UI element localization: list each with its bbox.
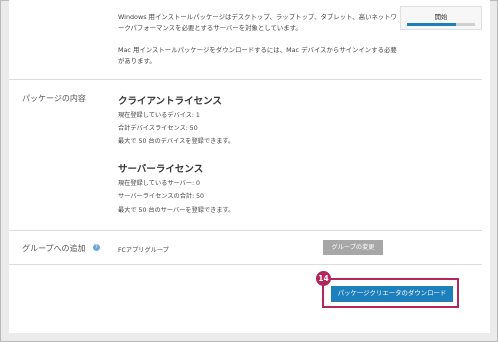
server-license-line: 最大で 50 台のサーバーを登録できます。 [118, 207, 235, 214]
divider [9, 264, 482, 265]
add-to-group-label: グループへの追加 [22, 244, 86, 253]
server-license-line: 現在登録しているサーバー: 0 [118, 180, 200, 187]
client-license-line: 現在登録しているデバイス: 1 [118, 112, 200, 119]
mac-package-description: Mac 用インストールパッケージをダウンロードするには、Mac デバイスからサイ… [118, 46, 397, 65]
client-license-line: 合計デバイスライセンス: 50 [118, 125, 198, 132]
divider [9, 230, 482, 231]
status-label: 開始 [434, 13, 448, 21]
package-contents-label: パッケージの内容 [22, 94, 86, 103]
change-group-button[interactable]: グループの変更 [323, 240, 383, 255]
server-license-line: サーバーライセンスの合計: 50 [118, 193, 204, 200]
windows-package-description: Windows 用インストールパッケージはデスクトップ、ラップトップ、タブレット… [118, 13, 398, 32]
info-icon[interactable]: ? [93, 244, 100, 251]
group-name: FCアプリグループ [118, 247, 169, 254]
divider [9, 79, 482, 80]
progress-track [407, 23, 475, 26]
server-license-title: サーバーライセンス [118, 164, 204, 175]
step-callout-badge: 14 [316, 271, 331, 286]
progress-fill [407, 23, 456, 26]
client-license-line: 最大で 50 台のデバイスを登録できます。 [118, 138, 235, 145]
status-panel: 開始 [400, 6, 482, 30]
client-license-title: クライアントライセンス [118, 96, 222, 107]
download-package-creator-button[interactable]: パッケージクリエータのダウンロード [331, 286, 453, 302]
